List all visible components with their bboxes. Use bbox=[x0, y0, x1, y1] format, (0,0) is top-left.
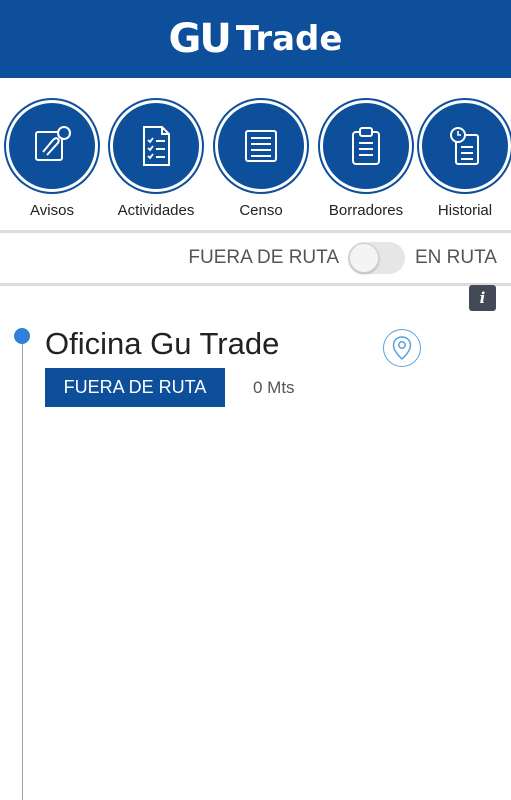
route-toggle-switch[interactable] bbox=[348, 242, 405, 274]
menu-label-actividades: Actividades bbox=[117, 202, 195, 219]
map-pin-icon[interactable] bbox=[383, 329, 421, 367]
clipboard-icon bbox=[320, 100, 412, 192]
visit-name[interactable]: Oficina Gu Trade bbox=[45, 326, 279, 362]
timeline-dot bbox=[14, 328, 30, 344]
edit-notification-icon bbox=[6, 100, 98, 192]
divider-bottom bbox=[0, 283, 511, 286]
app-header: GU Trade bbox=[0, 0, 511, 78]
menu-item-borradores[interactable]: Borradores bbox=[314, 100, 418, 219]
toggle-label-en-ruta: EN RUTA bbox=[415, 247, 497, 268]
menu-item-historial[interactable]: Historial bbox=[413, 100, 511, 219]
route-status-label: FUERA DE RUTA bbox=[63, 377, 207, 397]
app-logo: GU Trade bbox=[169, 16, 343, 62]
toggle-label-fuera-de-ruta: FUERA DE RUTA bbox=[188, 247, 339, 268]
divider-top bbox=[0, 230, 511, 233]
info-button[interactable]: i bbox=[469, 285, 496, 311]
visit-distance: 0 Mts bbox=[253, 378, 295, 397]
history-document-icon bbox=[419, 100, 511, 192]
menu-label-avisos: Avisos bbox=[30, 202, 74, 219]
menu-label-borradores: Borradores bbox=[328, 202, 404, 219]
menu-item-censo[interactable]: Censo bbox=[209, 100, 313, 219]
checklist-icon bbox=[110, 100, 202, 192]
route-status-badge: FUERA DE RUTA bbox=[45, 368, 225, 407]
menu-item-avisos[interactable]: Avisos bbox=[0, 100, 104, 219]
route-toggle-row: FUERA DE RUTA EN RUTA bbox=[0, 236, 511, 282]
logo-trade: Trade bbox=[235, 19, 343, 59]
menu-item-actividades[interactable]: Actividades bbox=[104, 100, 208, 219]
main-menu: Avisos Actividades Censo Borradores Hist… bbox=[0, 100, 511, 228]
list-document-icon bbox=[215, 100, 307, 192]
menu-label-censo: Censo bbox=[239, 202, 283, 219]
logo-gu: GU bbox=[168, 16, 232, 62]
info-icon: i bbox=[479, 289, 486, 307]
toggle-knob bbox=[349, 243, 379, 273]
menu-label-historial: Historial bbox=[437, 202, 493, 219]
timeline-line bbox=[22, 336, 23, 800]
